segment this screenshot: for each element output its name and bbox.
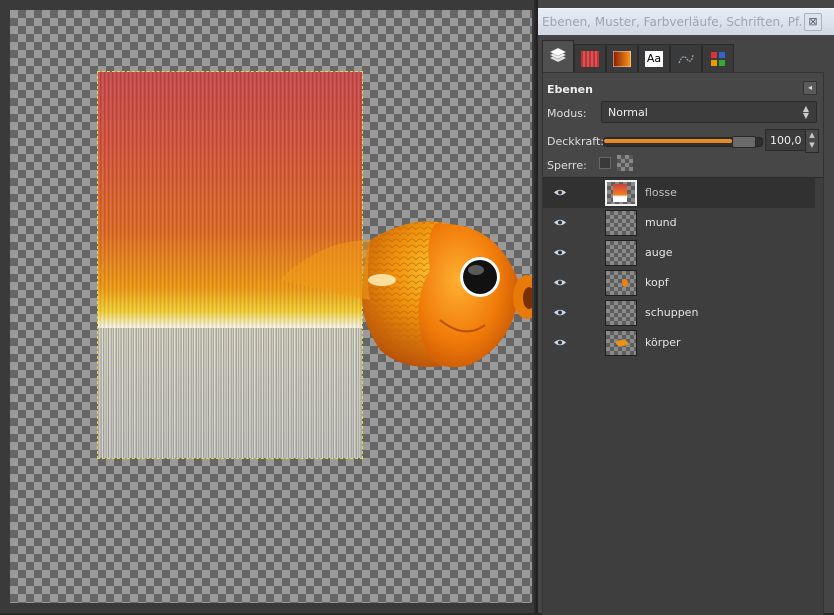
layer-name: körper bbox=[645, 336, 681, 349]
tab-colors[interactable] bbox=[702, 44, 734, 74]
opacity-slider-handle[interactable] bbox=[732, 136, 756, 148]
eye-icon[interactable] bbox=[553, 188, 567, 197]
dock-titlebar[interactable]: Ebenen, Muster, Farbverläufe, Schriften,… bbox=[538, 8, 834, 35]
opacity-slider[interactable] bbox=[603, 136, 763, 148]
palette-icon bbox=[711, 52, 725, 66]
opacity-input[interactable] bbox=[765, 129, 807, 151]
layer-row[interactable]: kopf bbox=[543, 268, 815, 298]
chain-toggle[interactable] bbox=[579, 186, 593, 200]
layer-thumbnail bbox=[605, 330, 637, 356]
eye-icon[interactable] bbox=[553, 248, 567, 257]
dock-title-text: Ebenen, Muster, Farbverläufe, Schriften,… bbox=[542, 15, 802, 29]
layer-thumbnail bbox=[605, 270, 637, 296]
chain-toggle[interactable] bbox=[579, 276, 593, 290]
layer-thumbnail bbox=[605, 180, 637, 206]
spin-arrows-icon: ▲ ▼ bbox=[809, 131, 815, 149]
tab-fonts[interactable]: Aa bbox=[638, 44, 670, 74]
chain-toggle[interactable] bbox=[579, 216, 593, 230]
close-icon: ⊠ bbox=[808, 15, 818, 28]
eye-icon[interactable] bbox=[553, 308, 567, 317]
eye-icon[interactable] bbox=[553, 218, 567, 227]
gradient-icon bbox=[613, 51, 631, 67]
updown-arrows-icon: ▲ ▼ bbox=[802, 104, 810, 120]
layer-name: auge bbox=[645, 246, 673, 259]
layer-thumbnail bbox=[605, 300, 637, 326]
layer-row[interactable]: mund bbox=[543, 208, 815, 238]
layer-name: flosse bbox=[645, 186, 677, 199]
layer-row[interactable]: körper bbox=[543, 328, 815, 358]
lock-alpha-icon[interactable] bbox=[617, 155, 633, 171]
image-canvas[interactable] bbox=[10, 10, 532, 603]
layer-name: mund bbox=[645, 216, 677, 229]
layer-name: kopf bbox=[645, 276, 669, 289]
lock-pixels-checkbox[interactable] bbox=[599, 157, 611, 169]
opacity-spinner[interactable]: ▲ ▼ bbox=[805, 129, 819, 153]
tab-layers[interactable] bbox=[542, 40, 574, 73]
mode-value: Normal bbox=[608, 106, 648, 119]
pattern-icon bbox=[581, 51, 599, 67]
panel-menu-button[interactable]: ◂ bbox=[803, 81, 817, 95]
dock-tabs: Aa bbox=[542, 40, 832, 74]
layer-row[interactable]: flosse bbox=[543, 178, 815, 208]
tab-gradients[interactable] bbox=[606, 44, 638, 74]
font-icon: Aa bbox=[645, 51, 663, 67]
layer-thumbnail bbox=[605, 210, 637, 236]
layer-thumbnail bbox=[605, 240, 637, 266]
opacity-slider-fill bbox=[604, 139, 732, 143]
tab-paths[interactable] bbox=[670, 44, 702, 74]
image-canvas-area[interactable] bbox=[0, 0, 534, 613]
chain-toggle[interactable] bbox=[579, 246, 593, 260]
eye-icon[interactable] bbox=[553, 278, 567, 287]
lock-label: Sperre: bbox=[547, 159, 587, 172]
panel-title: Ebenen bbox=[547, 83, 593, 96]
layer-name: schuppen bbox=[645, 306, 699, 319]
opacity-label: Deckkraft: bbox=[547, 135, 604, 148]
tab-patterns[interactable] bbox=[574, 44, 606, 74]
paths-icon bbox=[678, 54, 694, 64]
layer-row[interactable]: auge bbox=[543, 238, 815, 268]
dock-close-button[interactable]: ⊠ bbox=[804, 13, 822, 31]
eye-icon[interactable] bbox=[553, 338, 567, 347]
layers-panel: Ebenen ◂ Modus: Normal ▲▼ Deckkraft: ▲▼ … bbox=[542, 72, 824, 615]
layers-icon bbox=[549, 47, 567, 62]
mode-label: Modus: bbox=[547, 107, 587, 120]
layer-row[interactable]: schuppen bbox=[543, 298, 815, 328]
goldfish-image bbox=[280, 221, 532, 368]
mode-select[interactable]: Normal ▲ ▼ bbox=[601, 101, 817, 123]
chain-toggle[interactable] bbox=[579, 336, 593, 350]
chain-toggle[interactable] bbox=[579, 306, 593, 320]
layers-dock: Ebenen, Muster, Farbverläufe, Schriften,… bbox=[536, 0, 834, 615]
menu-arrow-icon: ◂ bbox=[807, 83, 812, 92]
layers-list: flosse mund auge kopf schuppen körper bbox=[543, 177, 823, 615]
